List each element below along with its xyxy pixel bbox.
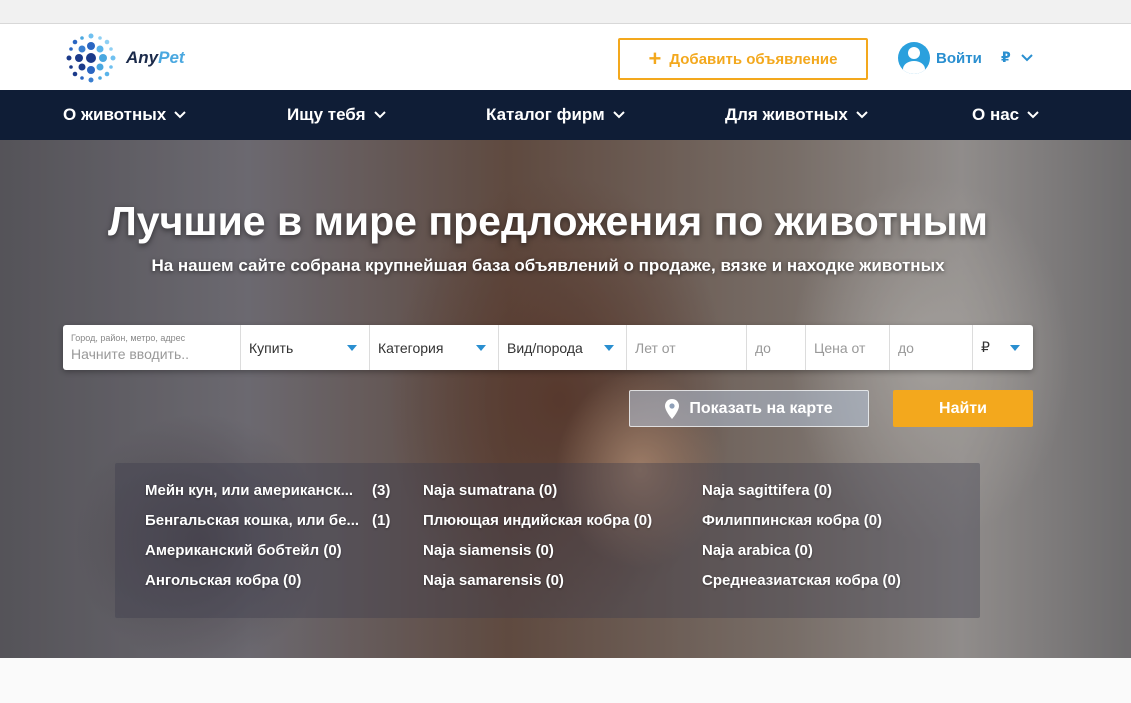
popular-item-label: Naja arabica (0) <box>702 542 813 559</box>
nav-label: О нас <box>972 105 1020 124</box>
popular-categories-panel: Мейн кун, или американск... (3) Бенгальс… <box>115 463 980 618</box>
deal-type-value: Купить <box>249 339 294 356</box>
popular-item-count: (3) <box>372 482 391 499</box>
age-to-input[interactable]: до <box>747 325 806 370</box>
popular-item[interactable]: Филиппинская кобра (0) <box>702 512 882 529</box>
popular-item-label: Ангольская кобра (0) <box>145 572 302 589</box>
caret-down-icon <box>604 345 614 351</box>
age-from-placeholder: Лет от <box>635 339 676 356</box>
hero-subtitle: На нашем сайте собрана крупнейшая база о… <box>151 256 945 275</box>
caret-down-icon <box>1010 345 1020 351</box>
popular-item[interactable]: Мейн кун, или американск... (3) <box>145 482 390 499</box>
price-from-input[interactable]: Цена от <box>806 325 890 370</box>
price-to-input[interactable]: до <box>890 325 973 370</box>
category-value: Категория <box>378 339 444 356</box>
popular-item[interactable]: Среднеазиатская кобра (0) <box>702 572 901 589</box>
currency-value: ₽ <box>981 339 990 355</box>
page-bottom-area <box>0 658 1131 703</box>
currency-selector[interactable]: ₽ <box>1001 49 1033 66</box>
add-listing-button[interactable]: + Добавить объявление <box>618 38 868 80</box>
search-bar: Город, район, метро, адрес Начните вводи… <box>63 325 1033 370</box>
login-link[interactable]: Войти <box>898 42 982 74</box>
popular-item[interactable]: Naja samarensis (0) <box>423 572 564 589</box>
popular-item-label: Среднеазиатская кобра (0) <box>702 572 901 589</box>
add-listing-label: Добавить объявление <box>669 50 838 68</box>
nav-item-for-animals[interactable]: Для животных <box>725 90 868 140</box>
browser-strip <box>0 0 1131 24</box>
show-on-map-label: Показать на карте <box>689 399 833 417</box>
find-label: Найти <box>939 399 987 417</box>
nav-item-about-animals[interactable]: О животных <box>63 90 186 140</box>
currency-select[interactable]: ₽ <box>973 325 1032 370</box>
popular-item-label: Плюющая индийская кобра (0) <box>423 512 653 529</box>
chevron-down-icon <box>174 111 186 119</box>
find-button[interactable]: Найти <box>893 390 1033 427</box>
popular-item[interactable]: Naja siamensis (0) <box>423 542 554 559</box>
popular-item[interactable]: Ангольская кобра (0) <box>145 572 301 589</box>
logo-text-any: Any <box>126 48 159 67</box>
hero-title: Лучшие в мире предложения по животным <box>108 198 988 244</box>
age-to-placeholder: до <box>755 339 771 356</box>
popular-item-label: Бенгальская кошка, или бе... <box>145 512 360 529</box>
hero-section: Лучшие в мире предложения по животным На… <box>0 140 1131 658</box>
location-label: Город, район, метро, адрес <box>71 333 186 343</box>
popular-item-label: Мейн кун, или американск... <box>145 482 354 499</box>
show-on-map-button[interactable]: Показать на карте <box>629 390 869 427</box>
popular-item-label: Американский бобтейл (0) <box>145 542 342 559</box>
popular-item-label: Naja sumatrana (0) <box>423 482 558 499</box>
breed-value: Вид/порода <box>507 339 583 356</box>
location-placeholder: Начните вводить.. <box>71 346 190 362</box>
location-input[interactable]: Город, район, метро, адрес Начните вводи… <box>63 325 241 370</box>
logo-text-pet: Pet <box>158 48 185 67</box>
age-from-input[interactable]: Лет от <box>627 325 747 370</box>
caret-down-icon <box>347 345 357 351</box>
popular-item-count: (1) <box>372 512 391 529</box>
caret-down-icon <box>476 345 486 351</box>
popular-item-label: Naja siamensis (0) <box>423 542 554 559</box>
login-label: Войти <box>936 49 982 67</box>
nav-item-looking-for-you[interactable]: Ищу тебя <box>287 90 386 140</box>
popular-item-label: Naja sagittifera (0) <box>702 482 833 499</box>
plus-icon: + <box>648 46 662 71</box>
map-pin-icon <box>665 398 680 419</box>
logo[interactable]: AnyPet <box>64 31 185 85</box>
currency-label: ₽ <box>1001 49 1011 65</box>
popular-item[interactable]: Бенгальская кошка, или бе... (1) <box>145 512 390 529</box>
category-select[interactable]: Категория <box>370 325 499 370</box>
nav-item-about-us[interactable]: О нас <box>972 90 1039 140</box>
popular-item[interactable]: Naja sagittifera (0) <box>702 482 832 499</box>
chevron-down-icon <box>1027 111 1039 119</box>
nav-label: Каталог фирм <box>486 105 605 124</box>
popular-item[interactable]: Naja arabica (0) <box>702 542 813 559</box>
main-nav: О животных Ищу тебя Каталог фирм Для жив… <box>0 90 1131 140</box>
chevron-down-icon <box>856 111 868 119</box>
popular-item[interactable]: Плюющая индийская кобра (0) <box>423 512 652 529</box>
deal-type-select[interactable]: Купить <box>241 325 370 370</box>
price-to-placeholder: до <box>898 339 914 356</box>
breed-select[interactable]: Вид/порода <box>499 325 627 370</box>
popular-item[interactable]: Naja sumatrana (0) <box>423 482 557 499</box>
price-from-placeholder: Цена от <box>814 339 866 356</box>
chevron-down-icon <box>373 111 386 119</box>
popular-item-label: Филиппинская кобра (0) <box>702 512 883 529</box>
popular-item[interactable]: Американский бобтейл (0) <box>145 542 342 559</box>
nav-label: Для животных <box>725 105 848 124</box>
nav-label: Ищу тебя <box>287 105 366 124</box>
site-header: AnyPet + Добавить объявление Войти ₽ <box>0 25 1131 90</box>
logo-icon <box>66 33 116 83</box>
nav-label: О животных <box>63 105 167 124</box>
user-icon <box>898 42 930 74</box>
nav-item-company-catalog[interactable]: Каталог фирм <box>486 90 625 140</box>
chevron-down-icon <box>612 111 625 119</box>
popular-item-label: Naja samarensis (0) <box>423 572 564 589</box>
chevron-down-icon <box>1021 53 1033 61</box>
logo-text: AnyPet <box>126 48 185 68</box>
